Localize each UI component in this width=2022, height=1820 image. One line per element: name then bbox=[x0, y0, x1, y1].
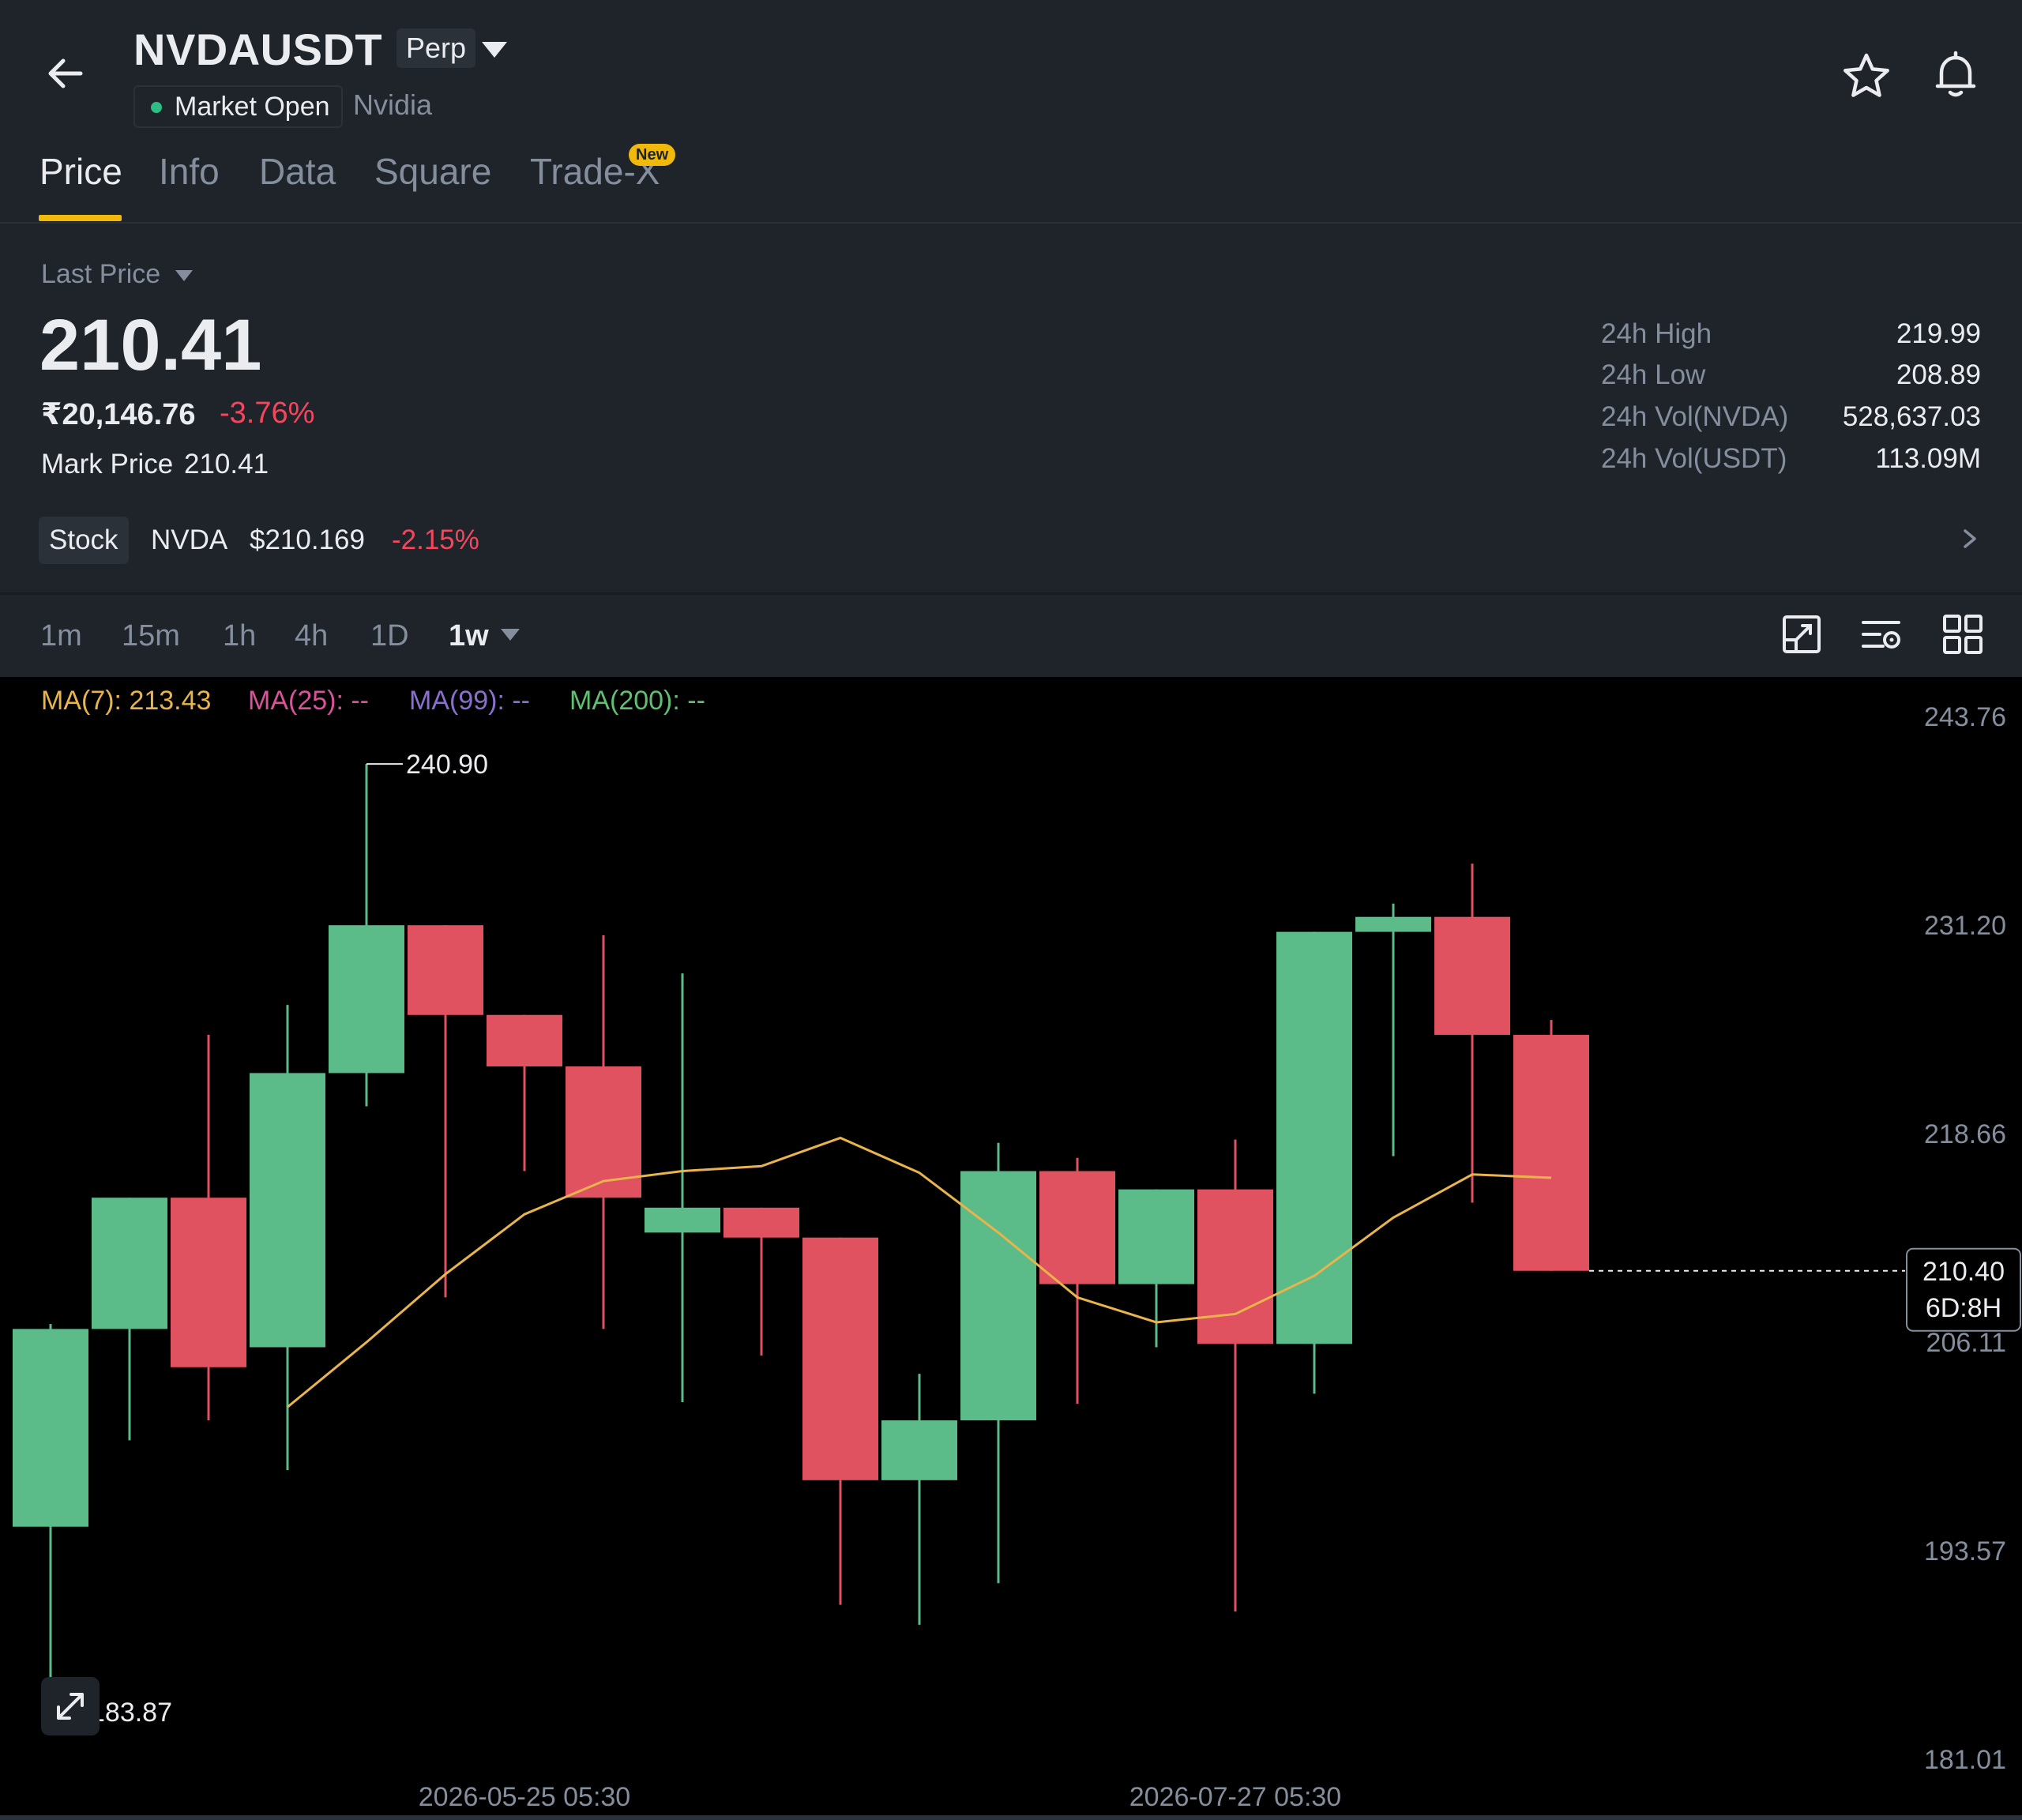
price-chart-svg[interactable]: 243.76 231.20 218.66 206.11 193.57 181.01 202… bbox=[0, 677, 2022, 1820]
stat-24h-high-label: 24h High bbox=[1601, 318, 1712, 349]
interval-1w[interactable]: 1w bbox=[449, 619, 489, 653]
mark-price-label: Mark Price bbox=[41, 449, 174, 479]
inr-price: ₹20,146.76 bbox=[41, 398, 196, 431]
tab-square[interactable]: Square bbox=[374, 150, 491, 193]
min-price-label: 183.87 bbox=[90, 1698, 172, 1728]
stock-change: -2.15% bbox=[392, 525, 479, 555]
candle-body bbox=[1434, 916, 1510, 1036]
price-change-percent: -3.76% bbox=[220, 397, 315, 430]
chevron-right-icon[interactable] bbox=[1954, 521, 1986, 556]
candle-body bbox=[723, 1207, 799, 1238]
ma7-line bbox=[287, 1136, 1552, 1408]
caret-down-icon[interactable] bbox=[175, 270, 193, 281]
tab-price[interactable]: Price bbox=[39, 150, 122, 193]
candle-body bbox=[329, 925, 404, 1074]
y-tick-label: 193.57 bbox=[1924, 1536, 2006, 1566]
stock-price: $210.169 bbox=[250, 525, 365, 555]
current-price-label: 210.40 bbox=[1922, 1257, 2005, 1287]
grid-layout-icon[interactable] bbox=[1940, 611, 1986, 657]
stat-24h-vol-usdt-label: 24h Vol(USDT) bbox=[1601, 443, 1787, 474]
tab-info[interactable]: Info bbox=[159, 150, 220, 193]
candle-body bbox=[960, 1171, 1036, 1421]
tab-data[interactable]: Data bbox=[259, 150, 336, 193]
new-badge: New bbox=[629, 144, 676, 166]
star-icon[interactable] bbox=[1840, 51, 1892, 103]
x-tick-label: 2026-05-25 05:30 bbox=[419, 1782, 630, 1812]
market-status-badge: Market Open bbox=[133, 85, 343, 128]
y-tick-label: 206.11 bbox=[1926, 1328, 2006, 1358]
candle-body bbox=[171, 1198, 246, 1367]
stat-24h-low-label: 24h Low bbox=[1601, 359, 1706, 390]
y-tick-label: 181.01 bbox=[1924, 1745, 2006, 1775]
active-tab-indicator bbox=[39, 215, 122, 221]
mark-price-value: 210.41 bbox=[184, 449, 269, 479]
last-price: 210.41 bbox=[39, 305, 262, 385]
candle-body bbox=[1039, 1171, 1115, 1284]
candle-body bbox=[1513, 1035, 1589, 1271]
stat-24h-vol-usdt-value: 113.09M bbox=[1875, 443, 1981, 474]
chart-fullscreen-icon[interactable] bbox=[1779, 611, 1825, 657]
contract-type-badge: Perp bbox=[397, 28, 476, 68]
candle-body bbox=[92, 1198, 167, 1329]
stock-tag: Stock bbox=[39, 517, 129, 564]
max-price-label: 240.90 bbox=[406, 750, 488, 780]
back-arrow-icon[interactable] bbox=[39, 47, 92, 100]
expand-icon bbox=[57, 1693, 84, 1720]
candle-body bbox=[487, 1014, 562, 1067]
bell-icon[interactable] bbox=[1930, 49, 1982, 101]
y-tick-label: 231.20 bbox=[1924, 911, 2006, 941]
candle-body bbox=[408, 925, 483, 1015]
stat-24h-vol-nvda-label: 24h Vol(NVDA) bbox=[1601, 401, 1789, 432]
stat-24h-high-value: 219.99 bbox=[1896, 318, 1981, 349]
candle-body bbox=[881, 1420, 957, 1480]
stat-24h-low-value: 208.89 bbox=[1896, 359, 1981, 390]
candle-body bbox=[802, 1237, 878, 1480]
candle-body bbox=[250, 1073, 325, 1348]
interval-15m[interactable]: 15m bbox=[122, 619, 180, 653]
caret-down-icon[interactable] bbox=[482, 42, 507, 58]
market-status-label: Market Open bbox=[175, 92, 330, 122]
y-tick-label: 243.76 bbox=[1924, 702, 2006, 732]
symbol-title[interactable]: NVDAUSDT bbox=[133, 24, 382, 75]
interval-1d[interactable]: 1D bbox=[370, 619, 409, 653]
caret-down-icon[interactable] bbox=[501, 629, 520, 641]
candle-body bbox=[1118, 1189, 1194, 1284]
candle-body bbox=[645, 1207, 720, 1233]
stat-24h-vol-nvda-value: 528,637.03 bbox=[1842, 401, 1981, 432]
candle-body bbox=[1197, 1189, 1273, 1344]
interval-4h[interactable]: 4h bbox=[295, 619, 328, 653]
expand-chart-button[interactable] bbox=[41, 1677, 100, 1735]
x-tick-label: 2026-07-27 05:30 bbox=[1129, 1782, 1341, 1812]
candle-body bbox=[1355, 916, 1431, 932]
last-price-selector[interactable]: Last Price bbox=[41, 259, 160, 290]
chart-settings-icon[interactable] bbox=[1859, 611, 1905, 657]
stock-ticker[interactable]: NVDA bbox=[151, 525, 227, 556]
y-tick-label: 218.66 bbox=[1924, 1119, 2006, 1149]
candle-body bbox=[1276, 931, 1352, 1344]
candle-countdown-label: 6D:8H bbox=[1926, 1293, 2001, 1323]
header-divider bbox=[0, 222, 2022, 224]
status-dot-icon bbox=[151, 102, 162, 113]
bottom-bar bbox=[0, 1815, 2022, 1820]
interval-1h[interactable]: 1h bbox=[223, 619, 256, 653]
candle-body bbox=[13, 1329, 88, 1527]
interval-1m[interactable]: 1m bbox=[40, 619, 82, 653]
company-name: Nvidia bbox=[353, 88, 433, 121]
section-divider bbox=[0, 592, 2022, 595]
